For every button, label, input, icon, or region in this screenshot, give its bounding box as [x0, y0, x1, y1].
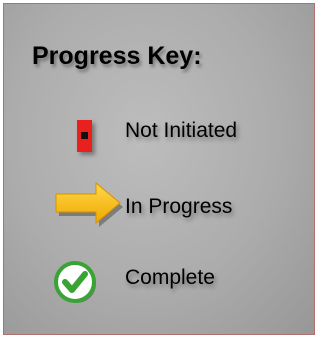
complete-label: Complete	[125, 266, 215, 289]
in-progress-label: In Progress	[125, 195, 233, 218]
check-circle-icon	[54, 261, 96, 303]
right-arrow-icon	[55, 181, 123, 227]
not-initiated-label: Not Initiated	[125, 119, 238, 142]
progress-key-title: Progress Key:	[32, 42, 202, 70]
progress-key-panel: Progress Key: Not Initiated In Progress …	[3, 3, 315, 335]
red-marker-icon	[77, 120, 92, 152]
